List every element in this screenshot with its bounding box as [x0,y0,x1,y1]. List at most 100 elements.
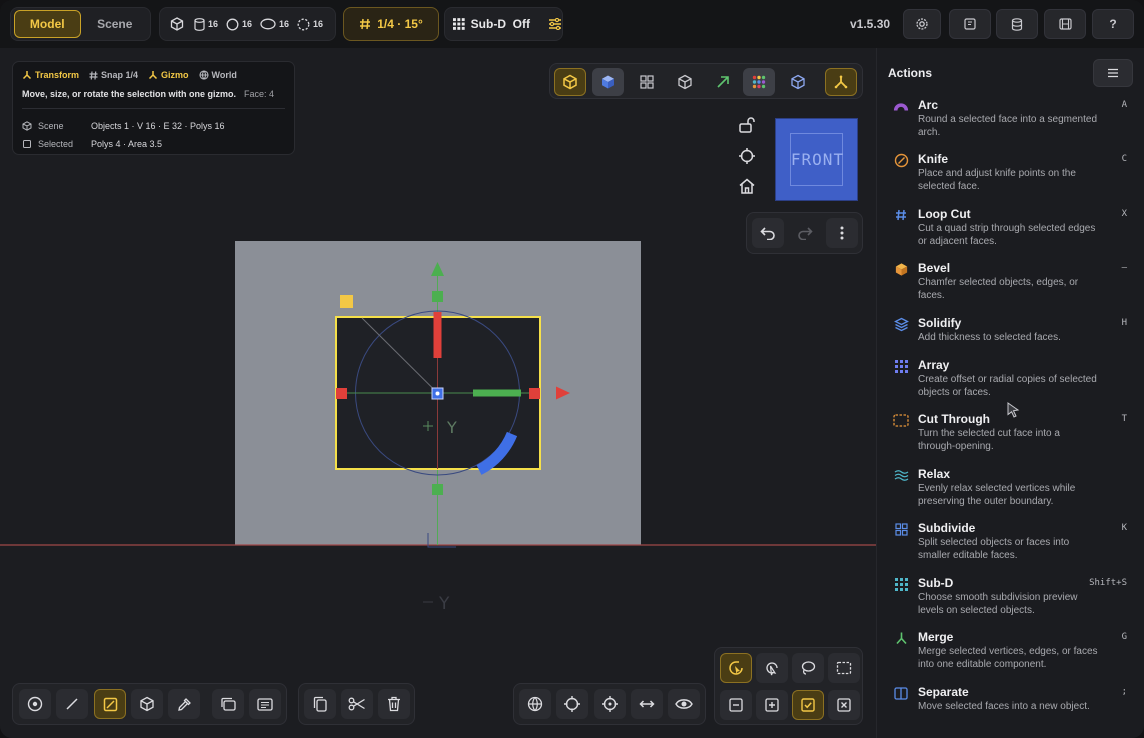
tool-description: Move, size, or rotate the selection with… [22,89,237,99]
actions-menu-button[interactable] [1093,59,1133,87]
intersect-select-button[interactable] [792,690,824,720]
pivot-dot [435,391,440,396]
pipette-icon [177,697,191,711]
cube-icon [140,696,154,712]
cursor-icon [1007,402,1020,418]
list-panel-icon [257,697,273,711]
dot-grid-icon [893,577,909,591]
grid-view-button[interactable] [631,68,663,96]
info-row-selected: Selected Polys 4 · Area 3.5 [22,135,285,153]
y-scale-handle[interactable] [432,291,443,302]
xray-cube-icon [791,74,805,90]
plus-square-icon [765,698,779,712]
pivot-button[interactable] [594,689,626,719]
xray-button[interactable] [782,68,814,96]
tweak-select-button[interactable] [756,653,788,683]
grid-icon [893,359,909,373]
history-controls [746,212,863,254]
panel-layout-button[interactable] [949,9,991,39]
gizmo-chip[interactable]: Gizmo [148,70,189,80]
gizmo-toggle-button[interactable] [825,68,857,96]
dashed-rect-icon [893,413,909,427]
menu-lines-icon [1108,68,1118,78]
world-chip[interactable]: World [198,70,237,80]
home-view-button[interactable] [736,175,758,197]
home-icon [739,178,755,194]
redo-button[interactable] [789,218,821,248]
gear-icon [916,18,928,30]
delete-button[interactable] [378,689,410,719]
mirror-button[interactable] [631,689,663,719]
storage-button[interactable] [996,9,1038,39]
more-options-button[interactable] [826,218,858,248]
wireframe-button[interactable] [669,68,701,96]
copy-button[interactable] [304,689,336,719]
rotate-cursor-icon [729,661,743,675]
database-icon [1011,17,1023,31]
hash-icon [893,208,909,222]
subtract-select-button[interactable] [720,690,752,720]
y-scale-handle-bottom[interactable] [432,484,443,495]
pick-tool-button[interactable] [168,689,200,719]
film-button[interactable] [1044,9,1086,39]
world-space-button[interactable] [519,689,551,719]
vertex-mode-button[interactable] [19,689,51,719]
info-card: Transform Snap 1/4 Gizmo World Move, siz… [12,61,295,155]
cut-button[interactable] [341,689,373,719]
focus-button[interactable] [736,145,758,167]
trash-icon [388,696,400,712]
settings-button[interactable] [903,9,941,39]
globe-icon [198,70,209,80]
object-mode-button[interactable] [554,68,586,96]
transform-chip[interactable]: Transform [22,70,79,80]
box-select-button[interactable] [828,653,860,683]
lock-view-button[interactable] [736,114,758,136]
add-select-button[interactable] [756,690,788,720]
crosshair-icon [739,148,755,164]
x-scale-handle-left[interactable] [336,388,347,399]
snap-chip[interactable]: Snap 1/4 [89,70,138,80]
solid-shading-button[interactable] [592,68,624,96]
axis-y-label: Y [446,418,457,437]
view-cube[interactable]: FRONT [775,118,858,201]
arc-icon [893,99,909,113]
horizontal-move-handle[interactable] [473,389,521,397]
properties-button[interactable] [249,689,281,719]
scissors-icon [348,697,365,711]
selection-toolbar [714,647,863,725]
actions-panel: Actions Arc Round a selected face into a… [876,48,1144,738]
copy-icon [313,696,327,712]
divider [22,108,285,109]
edge-mode-button[interactable] [56,689,88,719]
view-cube-label: FRONT [790,150,845,169]
layers-stack-icon [221,697,236,711]
object-select-button[interactable] [131,689,163,719]
cube-icon [22,121,32,131]
rotate-select-button[interactable] [720,653,752,683]
kebab-icon [840,226,844,240]
eye-icon [675,699,693,709]
duplicate-layer-button[interactable] [212,689,244,719]
face-mode-button[interactable] [94,689,126,719]
dashed-rect-icon [836,661,852,675]
x-scale-handle-right[interactable] [529,388,540,399]
split-icon [893,686,909,700]
color-grid-button[interactable] [743,68,775,96]
panel-icon [964,18,976,30]
visibility-button[interactable] [668,689,700,719]
normals-button[interactable] [707,68,739,96]
lasso-select-button[interactable] [792,653,824,683]
clear-select-button[interactable] [828,690,860,720]
undo-button[interactable] [752,218,784,248]
wave-icon [893,468,909,482]
quad-grid-icon [893,522,909,536]
view-tools-toolbar [513,683,706,725]
snap-target-button[interactable] [556,689,588,719]
clipboard-toolbar [298,683,415,725]
uniform-scale-handle[interactable] [340,295,353,308]
vertical-move-handle[interactable] [433,312,442,358]
info-row-scene: Scene Objects 1 · V 16 · E 32 · Polys 16 [22,117,285,135]
film-icon [1058,18,1072,30]
help-button[interactable]: ? [1092,9,1134,39]
solid-cube-icon [602,75,614,89]
